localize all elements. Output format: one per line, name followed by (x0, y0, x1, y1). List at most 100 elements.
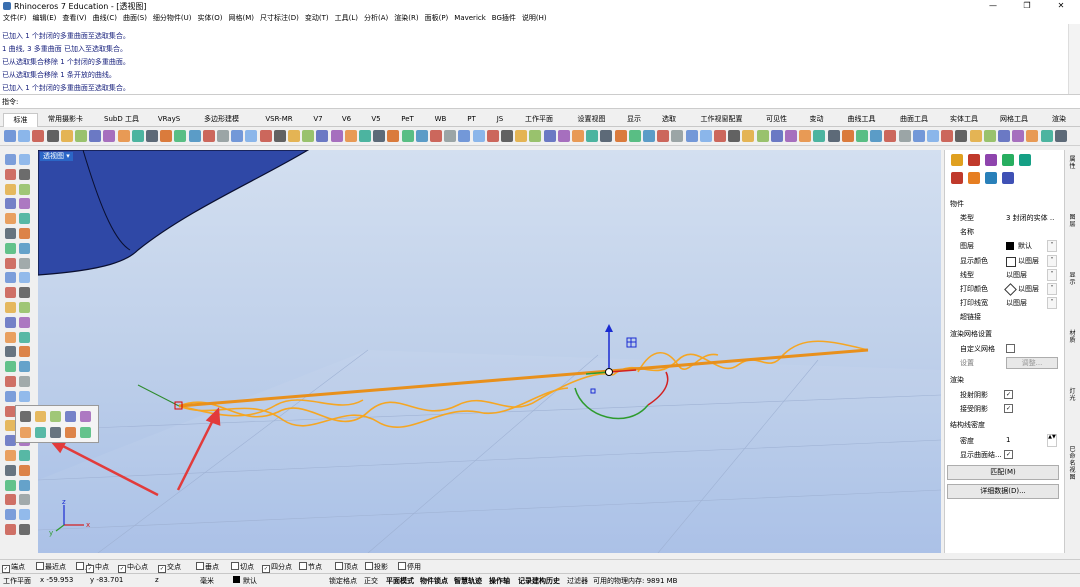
left-tool-button[interactable] (19, 390, 30, 402)
toolbar-button[interactable] (501, 130, 513, 142)
toolbar-button[interactable] (912, 130, 925, 142)
left-tool-button[interactable] (19, 213, 30, 225)
left-tool-button[interactable] (19, 228, 30, 239)
toolbar-button[interactable] (770, 130, 783, 142)
toolbar-button[interactable] (756, 130, 769, 142)
toolbar-tab[interactable]: 曲面工具 (890, 113, 938, 126)
panel-side-tab[interactable]: 图层 (1067, 214, 1078, 228)
toolbar-button[interactable] (841, 130, 854, 142)
left-tool-button[interactable] (5, 509, 16, 521)
osnap-item[interactable]: 投影 (365, 562, 388, 572)
left-tool-button[interactable] (5, 183, 16, 195)
left-tool-button[interactable] (5, 346, 16, 358)
menu-item[interactable]: 面板(P) (422, 12, 452, 24)
left-tool-button[interactable] (19, 168, 30, 180)
status-layer[interactable]: 默认 (243, 576, 257, 586)
toolbar-tab[interactable]: VRayS (150, 113, 188, 126)
osnap-item[interactable]: 切点 (231, 562, 254, 572)
toolbar-tab[interactable]: 渲染 (1040, 113, 1078, 126)
flyout-tool-button[interactable] (80, 411, 91, 422)
osnap-checkbox[interactable] (398, 562, 406, 570)
toolbar-tab[interactable]: 标准 (3, 113, 38, 127)
toolbar-button[interactable] (344, 130, 357, 142)
toolbar-button[interactable] (856, 130, 868, 142)
toolbar-button[interactable] (75, 130, 87, 142)
flyout-tool-button[interactable] (80, 427, 91, 438)
toolbar-button[interactable] (927, 130, 939, 142)
toolbar-button[interactable] (600, 130, 613, 142)
toolbar-button[interactable] (1040, 130, 1053, 142)
osnap-item[interactable]: 最近点 (36, 562, 66, 572)
dropdown-arrow[interactable]: ˅ (1047, 283, 1057, 295)
osnap-checkbox[interactable] (231, 562, 239, 570)
toolbar-button[interactable] (699, 130, 712, 142)
menu-item[interactable]: 尺寸标注(D) (257, 12, 302, 24)
toolbar-button[interactable] (742, 130, 755, 142)
command-line[interactable]: 指令: (0, 94, 1080, 109)
left-tool-button[interactable] (5, 376, 16, 387)
flyout-tool-button[interactable] (20, 411, 31, 422)
panel-icon[interactable] (1002, 154, 1014, 166)
toolbar-tab[interactable]: VSR-MR (255, 113, 303, 126)
menu-item[interactable]: 变动(T) (302, 12, 332, 24)
toolbar-button[interactable] (359, 130, 371, 142)
toolbar-button[interactable] (117, 130, 130, 142)
dropdown-arrow[interactable]: ˅ (1047, 240, 1057, 253)
osnap-item[interactable]: 节点 (299, 562, 322, 572)
toolbar-button[interactable] (472, 130, 485, 142)
toolbar-tab[interactable]: V5 (362, 113, 390, 126)
toolbar-tab[interactable]: 设置视图 (565, 113, 618, 126)
toolbar-button[interactable] (174, 130, 187, 142)
toolbar-button[interactable] (998, 130, 1010, 142)
left-tool-button[interactable] (5, 316, 16, 328)
menu-item[interactable]: 编辑(E) (30, 12, 60, 24)
toolbar-button[interactable] (458, 130, 471, 142)
left-tool-button[interactable] (5, 361, 16, 373)
toolbar-button[interactable] (1054, 130, 1067, 142)
status-filter[interactable]: 过滤器 (567, 576, 588, 586)
toolbar-button[interactable] (543, 130, 556, 142)
toolbar-button[interactable] (288, 130, 300, 142)
toolbar-tab[interactable]: 曲线工具 (835, 113, 888, 126)
cast-shadows-checkbox[interactable]: ✓ (1004, 390, 1013, 399)
status-cplane[interactable]: 工作平面 (3, 576, 31, 586)
left-tool-button[interactable] (19, 154, 30, 165)
toolbar-button[interactable] (46, 130, 59, 142)
panel-icon[interactable] (985, 172, 997, 184)
left-tool-button[interactable] (19, 464, 30, 476)
osnap-checkbox[interactable]: ✓ (86, 565, 94, 573)
toolbar-button[interactable] (231, 130, 244, 142)
toolbar-button[interactable] (671, 130, 684, 142)
left-tool-button[interactable] (19, 450, 30, 461)
osnap-item[interactable]: 垂点 (196, 562, 219, 572)
status-gumball[interactable]: 操作轴 (489, 576, 510, 586)
osnap-item[interactable]: ✓ 交点 (158, 562, 181, 573)
menu-item[interactable]: 曲线(C) (90, 12, 120, 24)
panel-icon[interactable] (1019, 154, 1031, 166)
left-tool-button[interactable] (19, 524, 30, 535)
toolbar-button[interactable] (898, 130, 911, 142)
toolbar-button[interactable] (983, 130, 996, 142)
osnap-checkbox[interactable] (299, 562, 307, 570)
left-tool-button[interactable] (5, 213, 16, 225)
toolbar-button[interactable] (4, 130, 16, 142)
left-tool-button[interactable] (19, 272, 30, 284)
toolbar-button[interactable] (415, 130, 428, 142)
osnap-item[interactable]: ✓ 中点 (86, 562, 109, 573)
toolbar-button[interactable] (799, 130, 812, 142)
osnap-checkbox[interactable] (196, 562, 204, 570)
toolbar-button[interactable] (785, 130, 797, 142)
osnap-item[interactable]: 停用 (398, 562, 421, 572)
toolbar-button[interactable] (557, 130, 570, 142)
show-isocurves-checkbox[interactable]: ✓ (1004, 450, 1013, 459)
left-tool-button[interactable] (5, 524, 16, 535)
density-spinner[interactable]: ▲▼ (1047, 434, 1057, 447)
toolbar-button[interactable] (657, 130, 670, 142)
osnap-item[interactable]: ✓ 中心点 (118, 562, 148, 573)
toolbar-button[interactable] (146, 130, 158, 142)
menu-item[interactable]: BG插件 (489, 12, 519, 24)
toolbar-button[interactable] (302, 130, 315, 142)
toolbar-button[interactable] (430, 130, 442, 142)
toolbar-button[interactable] (89, 130, 102, 142)
receive-shadows-checkbox[interactable]: ✓ (1004, 404, 1013, 413)
